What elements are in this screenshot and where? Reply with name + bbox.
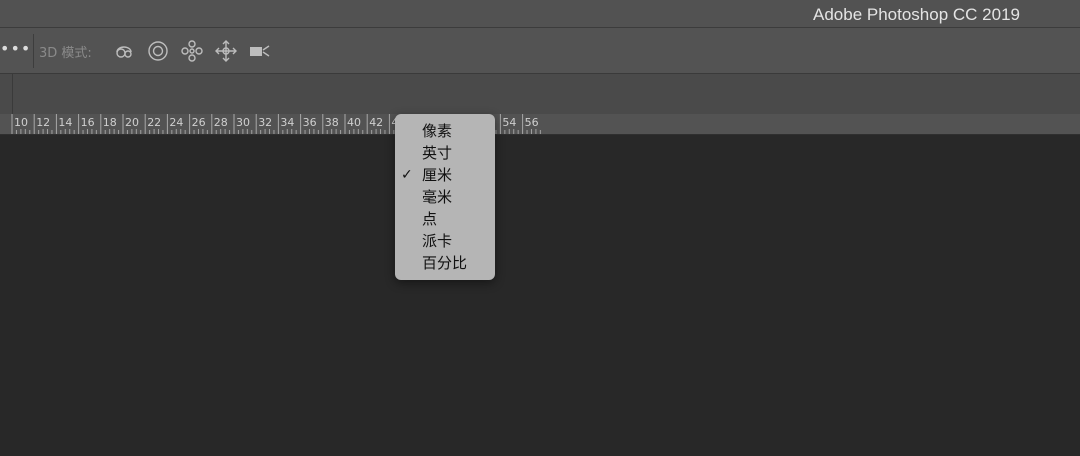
ruler-corner-divider (12, 74, 13, 114)
app-title: Adobe Photoshop CC 2019 (813, 5, 1020, 24)
menu-item-percent[interactable]: ✓ 百分比 (395, 252, 495, 274)
menu-item-inches[interactable]: ✓ 英寸 (395, 142, 495, 164)
options-bar: ••• 3D 模式: (0, 28, 1080, 74)
canvas-area[interactable] (0, 135, 1080, 456)
menu-item-label: 英寸 (422, 144, 453, 162)
ruler-label: 40 (347, 116, 361, 129)
ruler-label: 38 (325, 116, 339, 129)
menu-item-label: 百分比 (422, 254, 468, 272)
menu-item-label: 毫米 (422, 188, 453, 206)
more-options-button[interactable]: ••• (0, 41, 31, 57)
orbit-3d-icon[interactable] (112, 39, 136, 63)
roll-3d-icon[interactable] (146, 39, 170, 63)
ruler-label: 24 (169, 116, 183, 129)
menu-item-label: 点 (422, 210, 438, 228)
3d-mode-label: 3D 模式: (39, 46, 92, 61)
slide-3d-icon[interactable] (214, 39, 238, 63)
ruler-label: 36 (303, 116, 317, 129)
document-tab-strip (0, 74, 1080, 115)
menu-item-picas[interactable]: ✓ 派卡 (395, 230, 495, 252)
ruler-label: 22 (147, 116, 161, 129)
ruler-label: 12 (36, 116, 50, 129)
checkmark-icon: ✓ (401, 167, 413, 183)
ruler-label: 16 (81, 116, 95, 129)
ruler-label: 32 (258, 116, 272, 129)
ruler-label: 54 (502, 116, 516, 129)
ruler-label: 42 (369, 116, 383, 129)
menu-item-centimeters[interactable]: ✓ 厘米 (395, 164, 495, 186)
ruler-label: 10 (14, 116, 28, 129)
ruler-label: 20 (125, 116, 139, 129)
menu-item-label: 派卡 (422, 232, 453, 250)
title-bar: Adobe Photoshop CC 2019 (0, 0, 1080, 28)
ruler-label: 30 (236, 116, 250, 129)
ruler-label: 14 (58, 116, 72, 129)
ruler-label: 28 (214, 116, 228, 129)
ruler-units-menu: ✓ 像素 ✓ 英寸 ✓ 厘米 ✓ 毫米 ✓ 点 ✓ 派卡 ✓ 百分比 (395, 114, 495, 280)
menu-item-label: 像素 (422, 122, 453, 140)
options-separator (33, 34, 34, 68)
ruler-label: 26 (192, 116, 206, 129)
horizontal-ruler[interactable]: 1012141618202224262830323436384042444648… (0, 114, 1080, 135)
ruler-label: 18 (103, 116, 117, 129)
menu-item-pixels[interactable]: ✓ 像素 (395, 120, 495, 142)
pan-3d-icon[interactable] (180, 39, 204, 63)
ruler-label: 34 (280, 116, 294, 129)
ruler-label: 56 (525, 116, 539, 129)
menu-item-points[interactable]: ✓ 点 (395, 208, 495, 230)
ruler-ticks: 1012141618202224262830323436384042444648… (11, 114, 541, 134)
menu-item-millimeters[interactable]: ✓ 毫米 (395, 186, 495, 208)
menu-item-label: 厘米 (422, 166, 453, 184)
scale-3d-icon[interactable] (248, 39, 272, 63)
